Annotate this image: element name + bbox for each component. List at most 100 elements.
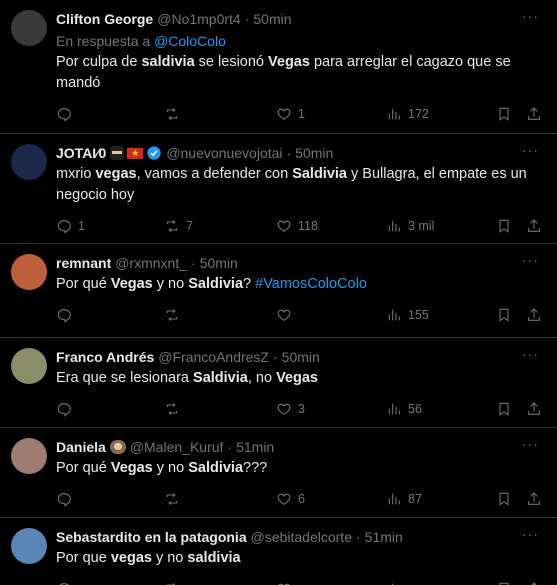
bookmark-icon xyxy=(496,106,512,122)
views-button[interactable]: 87 xyxy=(386,489,422,509)
reply-button[interactable] xyxy=(56,579,78,585)
tweet[interactable]: Sebastardito en la patagonia @sebitadelco… xyxy=(0,518,557,585)
retweet-button[interactable] xyxy=(164,104,186,124)
tweet-text-segment: Por que xyxy=(56,550,111,566)
bookmark-button[interactable] xyxy=(496,104,512,124)
retweet-button[interactable]: 7 xyxy=(164,216,193,236)
tweet-text: Era que se lesionara Saldivia, no Vegas xyxy=(56,368,545,389)
views-chart-icon xyxy=(386,307,402,323)
reply-button[interactable] xyxy=(56,305,78,325)
share-button[interactable] xyxy=(526,489,542,509)
views-button[interactable]: 56 xyxy=(386,399,422,419)
views-button[interactable]: 3 mil xyxy=(386,216,434,236)
tweet-actions xyxy=(56,569,545,585)
heart-icon xyxy=(276,401,292,417)
views-button[interactable]: 172 xyxy=(386,104,429,124)
tweet-text-segment: , no xyxy=(247,370,277,386)
views-button[interactable]: 155 xyxy=(386,305,429,325)
avatar[interactable] xyxy=(11,254,47,290)
views-button[interactable] xyxy=(386,579,408,585)
views-chart-icon xyxy=(386,491,402,507)
more-options-icon[interactable]: ··· xyxy=(522,8,539,24)
bookmark-button[interactable] xyxy=(496,399,512,419)
like-button[interactable] xyxy=(276,579,298,585)
share-button[interactable] xyxy=(526,399,542,419)
avatar[interactable] xyxy=(11,348,47,384)
name-badges xyxy=(109,440,126,454)
reply-button[interactable] xyxy=(56,399,78,419)
author-handle[interactable]: @Malen_Kuruf xyxy=(130,439,224,455)
like-button[interactable]: 6 xyxy=(276,489,305,509)
author-handle[interactable]: @nuevonuevojotai xyxy=(166,145,282,161)
reply-icon xyxy=(56,218,72,234)
reply-button[interactable] xyxy=(56,489,78,509)
reply-prefix: En respuesta a xyxy=(56,33,155,49)
reply-icon xyxy=(56,106,72,122)
like-button[interactable]: 1 xyxy=(276,104,305,124)
more-options-icon[interactable]: ··· xyxy=(522,526,539,542)
bookmark-icon xyxy=(496,218,512,234)
author-name[interactable]: Daniela xyxy=(56,439,106,455)
bookmark-icon xyxy=(496,491,512,507)
tweet-text: Por que vegas y no saldivia xyxy=(56,548,545,569)
more-options-icon[interactable]: ··· xyxy=(522,346,539,362)
tweet-header: Sebastardito en la patagonia @sebitadelco… xyxy=(56,528,545,546)
avatar[interactable] xyxy=(11,528,47,564)
avatar[interactable] xyxy=(11,10,47,46)
heart-icon xyxy=(276,307,292,323)
author-handle[interactable]: @FrancoAndresZ xyxy=(158,349,269,365)
author-name[interactable]: remnant xyxy=(56,255,111,271)
author-name[interactable]: Sebastardito en la patagonia xyxy=(56,529,247,545)
tweet[interactable]: Clifton George @No1mp0rt4 · 50min ··· En resp… xyxy=(0,0,557,134)
share-button[interactable] xyxy=(526,216,542,236)
retweet-button[interactable] xyxy=(164,579,186,585)
tweet-time[interactable]: 50min xyxy=(295,145,333,161)
avatar[interactable] xyxy=(11,438,47,474)
author-handle[interactable]: @rxmnxnt_ xyxy=(115,255,187,271)
tweet[interactable]: Daniela @Malen_Kuruf · 51min ··· Por qué Vega… xyxy=(0,428,557,518)
bookmark-button[interactable] xyxy=(496,579,512,585)
tweet-text-segment: Era que se lesionara xyxy=(56,370,194,386)
tweet-time[interactable]: 51min xyxy=(365,529,403,545)
tweet-time[interactable]: 51min xyxy=(236,439,274,455)
reply-mention-link[interactable]: @ColoColo xyxy=(154,33,226,49)
tweet-text-segment: Por culpa de xyxy=(56,54,142,70)
author-handle[interactable]: @No1mp0rt4 xyxy=(157,11,240,27)
retweet-button[interactable] xyxy=(164,305,186,325)
avatar[interactable] xyxy=(11,144,47,180)
tweet-time[interactable]: 50min xyxy=(200,255,238,271)
tweet[interactable]: Franco Andrés @FrancoAndresZ · 50min ··· Era … xyxy=(0,338,557,428)
tweet[interactable]: remnant @rxmnxnt_ · 50min ··· Por qué Vegas y… xyxy=(0,244,557,338)
retweet-button[interactable] xyxy=(164,489,186,509)
share-button[interactable] xyxy=(526,104,542,124)
reply-button[interactable] xyxy=(56,104,78,124)
share-icon xyxy=(526,401,542,417)
tweet-text-segment: ??? xyxy=(243,460,268,476)
reply-icon xyxy=(56,581,72,585)
bookmark-button[interactable] xyxy=(496,489,512,509)
share-button[interactable] xyxy=(526,579,542,585)
highlighted-term: Vegas xyxy=(110,460,153,476)
tweet[interactable]: JOTAI⁄0 ★ @nuevonuevojotai · 50min ··· mxrio v… xyxy=(0,134,557,244)
more-options-icon[interactable]: ··· xyxy=(522,436,539,452)
author-handle[interactable]: @sebitadelcorte xyxy=(251,529,352,545)
share-button[interactable] xyxy=(526,305,542,325)
tweet-text-segment: Por qué xyxy=(56,276,111,292)
author-name[interactable]: JOTAI⁄0 xyxy=(56,145,106,161)
like-button[interactable] xyxy=(276,305,298,325)
author-name[interactable]: Franco Andrés xyxy=(56,349,154,365)
reply-icon xyxy=(56,491,72,507)
retweet-button[interactable] xyxy=(164,399,186,419)
tweet-time[interactable]: 50min xyxy=(253,11,291,27)
bookmark-button[interactable] xyxy=(496,305,512,325)
more-options-icon[interactable]: ··· xyxy=(522,252,539,268)
like-button[interactable]: 3 xyxy=(276,399,305,419)
bookmark-button[interactable] xyxy=(496,216,512,236)
reply-button[interactable]: 1 xyxy=(56,216,85,236)
author-name[interactable]: Clifton George xyxy=(56,11,153,27)
like-button[interactable]: 118 xyxy=(276,216,318,236)
tweet-time[interactable]: 50min xyxy=(282,349,320,365)
hashtag-link[interactable]: #VamosColoColo xyxy=(255,276,367,292)
tweet-actions: 1 7 118 3 mil xyxy=(56,206,545,246)
more-options-icon[interactable]: ··· xyxy=(522,142,539,158)
